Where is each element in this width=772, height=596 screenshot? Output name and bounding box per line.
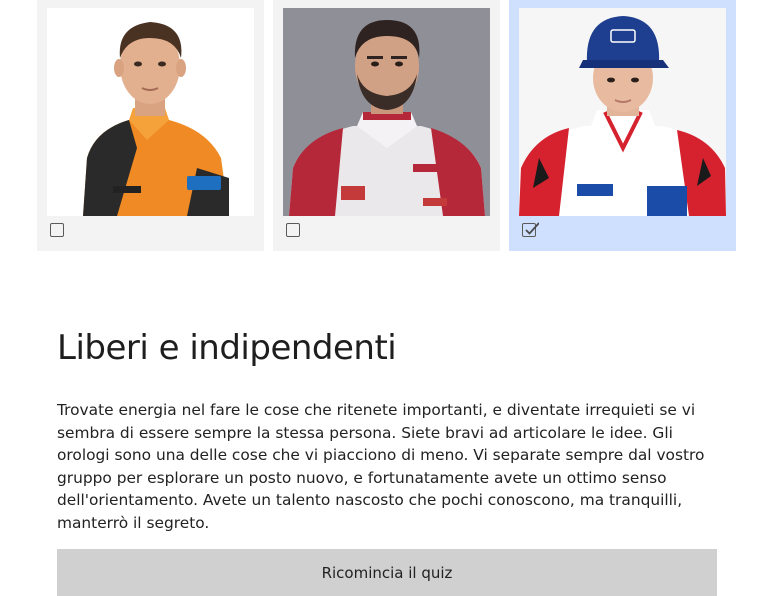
- driver-photo-2: [283, 8, 490, 216]
- result-title: Liberi e indipendenti: [57, 328, 397, 368]
- answer-options: [0, 0, 772, 252]
- answer-option-3[interactable]: [509, 0, 736, 251]
- answer-checkbox-2[interactable]: [286, 223, 300, 237]
- result-description: Trovate energia nel fare le cose che rit…: [57, 401, 705, 532]
- answer-option-2[interactable]: [273, 0, 500, 251]
- answer-option-1[interactable]: [37, 0, 264, 251]
- answer-checkbox-3[interactable]: [522, 222, 539, 237]
- driver-photo-1: [47, 8, 254, 216]
- driver-photo-3: [519, 8, 726, 216]
- checkmark-icon: [525, 222, 539, 235]
- answer-checkbox-1[interactable]: [50, 223, 64, 237]
- restart-quiz-button[interactable]: Ricomincia il quiz: [57, 549, 717, 596]
